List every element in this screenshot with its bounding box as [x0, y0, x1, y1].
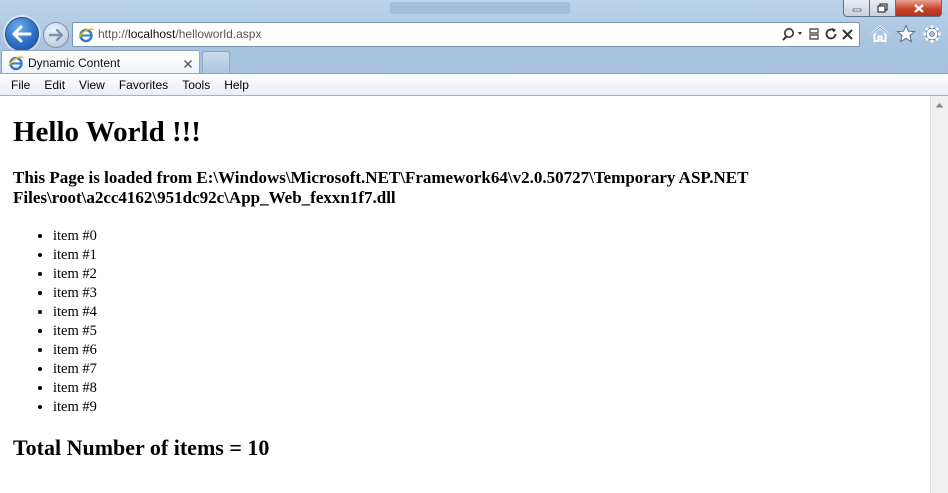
tools-button[interactable]: [922, 24, 942, 49]
address-bar[interactable]: http://localhost/helloworld.aspx: [72, 22, 860, 47]
url-host: localhost: [128, 27, 176, 41]
window-controls: [843, 0, 942, 17]
list-item: item #6: [53, 341, 97, 360]
compatibility-view-button[interactable]: [807, 27, 821, 46]
menu-edit[interactable]: Edit: [37, 78, 72, 92]
refresh-icon: [825, 28, 837, 40]
list-item: item #1: [53, 246, 97, 265]
close-icon: [913, 3, 924, 13]
favorites-button[interactable]: [896, 24, 916, 49]
menu-bar: File Edit View Favorites Tools Help: [0, 73, 948, 96]
tab-close-button[interactable]: [183, 56, 193, 74]
forward-arrow-icon: [48, 28, 64, 42]
list-item: item #0: [53, 227, 97, 246]
vertical-scrollbar[interactable]: [930, 96, 948, 493]
list-item: item #5: [53, 322, 97, 341]
loaded-from-text: This Page is loaded from E:\Windows\Micr…: [13, 168, 749, 207]
menu-tools[interactable]: Tools: [175, 78, 217, 92]
address-tools: [782, 27, 854, 46]
search-icon: [782, 28, 802, 41]
ie-page-icon: [78, 27, 94, 48]
list-item: item #4: [53, 303, 97, 322]
url-path: /helloworld.aspx: [175, 27, 262, 41]
url-scheme: http://: [98, 27, 129, 41]
window-title: [390, 2, 570, 14]
restore-icon: [877, 3, 888, 13]
chevron-up-icon: [935, 102, 944, 107]
home-button[interactable]: [870, 24, 890, 49]
back-button[interactable]: [5, 17, 39, 51]
compatibility-view-icon: [809, 28, 819, 40]
tools-gear-icon: [923, 25, 941, 43]
minimize-button[interactable]: [843, 0, 870, 17]
minimize-icon: [852, 8, 861, 12]
refresh-button[interactable]: [824, 27, 838, 46]
menu-file[interactable]: File: [4, 78, 37, 92]
search-button[interactable]: [782, 27, 804, 46]
tab-title: Dynamic Content: [28, 56, 121, 70]
address-url[interactable]: http://localhost/helloworld.aspx: [98, 27, 261, 41]
page-heading: Hello World !!!: [13, 116, 201, 148]
list-item: item #3: [53, 284, 97, 303]
total-items-text: Total Number of items = 10: [13, 435, 270, 460]
forward-button[interactable]: [43, 22, 69, 48]
stop-button[interactable]: [841, 28, 854, 46]
browser-chrome: http://localhost/helloworld.aspx Dynamic…: [0, 0, 948, 96]
maximize-button[interactable]: [870, 0, 896, 17]
page-viewport: Hello World !!! This Page is loaded from…: [0, 96, 930, 493]
favorites-star-icon: [896, 24, 916, 43]
tab-dynamic-content[interactable]: Dynamic Content: [1, 50, 200, 74]
list-item: item #2: [53, 265, 97, 284]
home-icon: [871, 25, 889, 42]
scroll-up-button[interactable]: [931, 96, 948, 113]
back-arrow-icon: [12, 25, 32, 43]
item-list: item #0 item #1 item #2 item #3 item #4 …: [13, 227, 97, 417]
menu-help[interactable]: Help: [217, 78, 256, 92]
list-item: item #7: [53, 360, 97, 379]
close-icon: [184, 60, 192, 68]
list-item: item #9: [53, 398, 97, 417]
stop-icon: [842, 28, 853, 40]
new-tab-button[interactable]: [202, 51, 230, 73]
list-item: item #8: [53, 379, 97, 398]
menu-favorites[interactable]: Favorites: [112, 78, 175, 92]
command-icons: [870, 24, 942, 49]
menu-view[interactable]: View: [72, 78, 112, 92]
close-window-button[interactable]: [896, 0, 942, 17]
